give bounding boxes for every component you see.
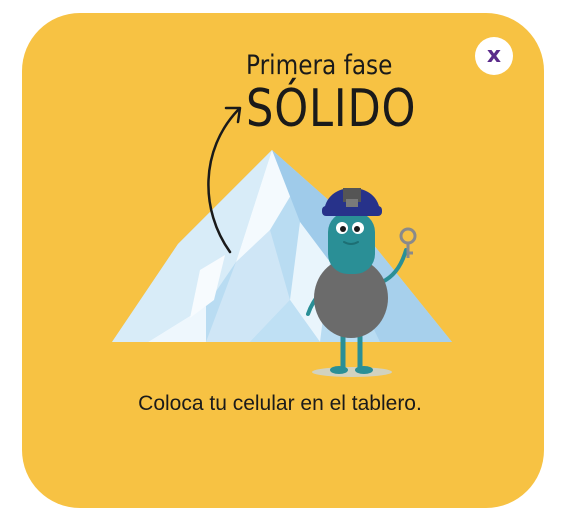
ice-mountain — [112, 150, 452, 342]
phase-title: SÓLIDO — [246, 79, 417, 139]
close-icon: x — [486, 43, 502, 68]
close-button[interactable]: x — [475, 37, 513, 75]
instruction-text: Coloca tu celular en el tablero. — [138, 392, 422, 415]
phase-subtitle: Primera fase — [246, 50, 393, 81]
